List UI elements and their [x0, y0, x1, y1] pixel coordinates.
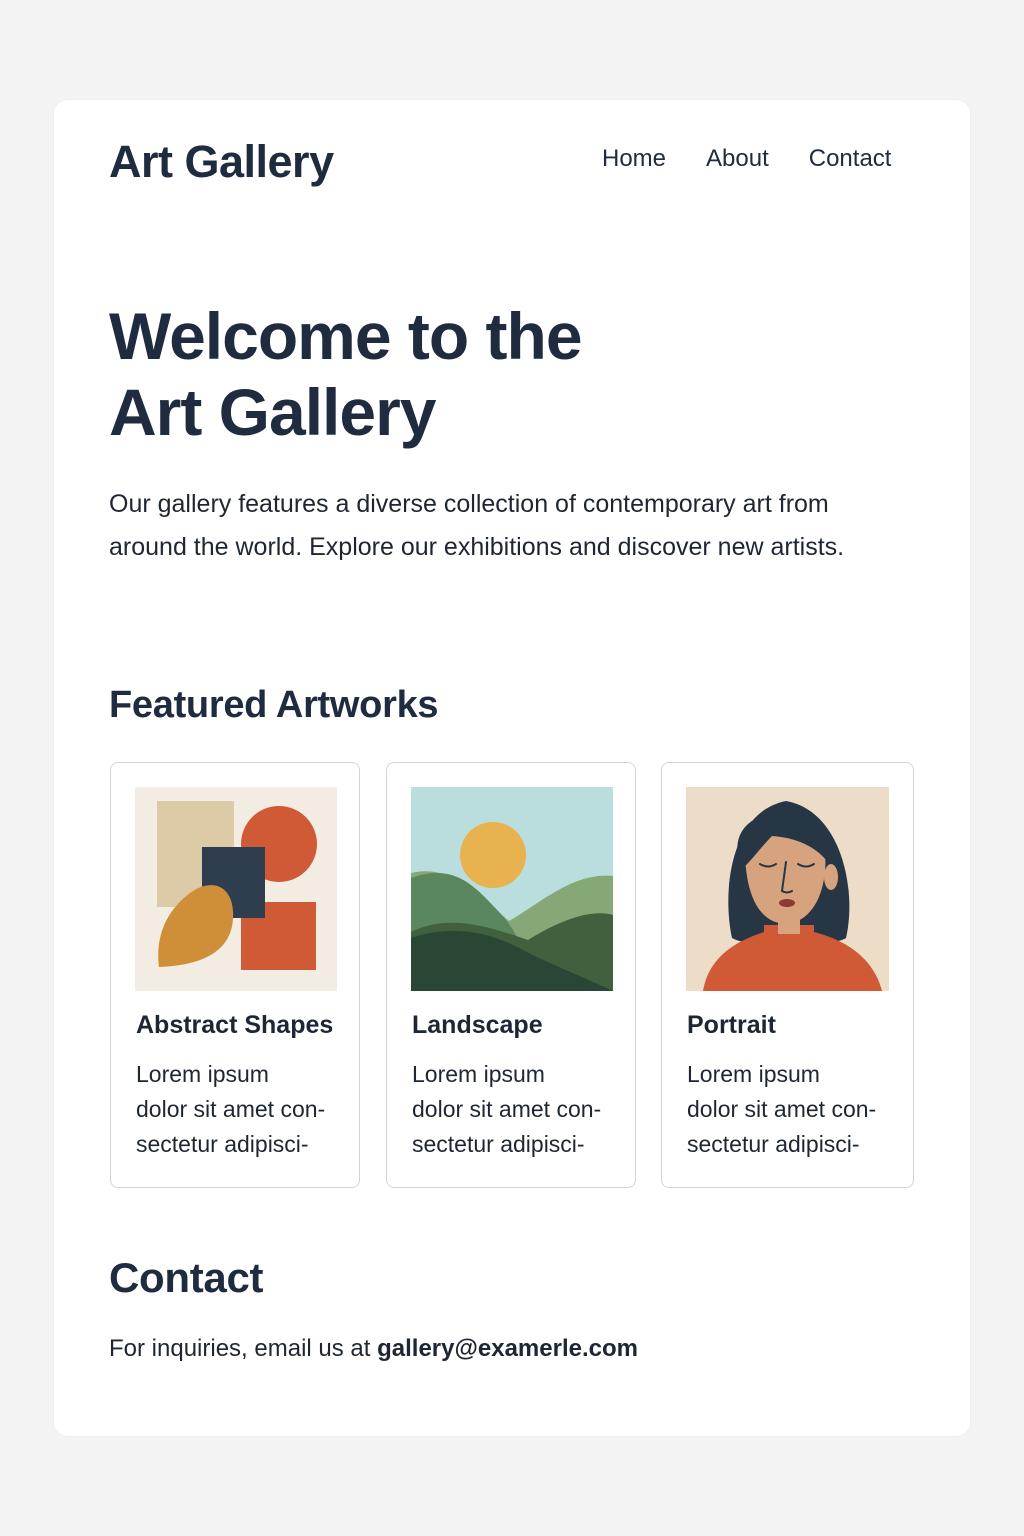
featured-artworks-heading: Featured Artworks — [109, 684, 439, 726]
contact-email-link[interactable]: gallery@examerle.com — [377, 1335, 638, 1362]
artwork-description: Lorem ipsum dolor sit amet con- sectetur… — [687, 1061, 877, 1157]
landscape-artwork — [411, 787, 613, 991]
artwork-card-landscape[interactable]: Landscape Lorem ipsum dolor sit amet con… — [386, 762, 636, 1188]
nav-about-link[interactable]: About — [706, 145, 769, 173]
portrait-image — [686, 787, 889, 991]
sun — [460, 822, 526, 888]
portrait-mouth — [779, 899, 795, 907]
portrait-ear — [824, 864, 838, 890]
portrait-artwork — [686, 787, 889, 991]
contact-text: For inquiries, email us at gallery@exame… — [109, 1333, 638, 1365]
main-navigation: Home About Contact — [602, 145, 891, 173]
artwork-title: Landscape — [412, 1011, 543, 1039]
contact-heading: Contact — [109, 1254, 264, 1301]
abstract-shapes-artwork — [135, 787, 337, 991]
nav-contact-link[interactable]: Contact — [809, 145, 892, 173]
artwork-card-abstract-shapes[interactable]: Abstract Shapes Lorem ipsum dolor sit am… — [110, 762, 360, 1188]
artwork-card-portrait[interactable]: Portrait Lorem ipsum dolor sit amet con-… — [661, 762, 914, 1188]
landscape-image — [411, 787, 613, 991]
site-title: Art Gallery — [109, 136, 334, 187]
nav-home-link[interactable]: Home — [602, 145, 666, 173]
hero-title-line-1: Welcome to the — [109, 299, 583, 373]
artwork-title: Abstract Shapes — [136, 1011, 334, 1039]
artwork-title: Portrait — [687, 1011, 776, 1039]
hero-title-line-2: Art Gallery — [109, 375, 436, 449]
abstract-shapes-image — [135, 787, 337, 991]
page-card: Art Gallery Home About Contact Welcome t… — [54, 100, 970, 1436]
hero-description: Our gallery features a diverse collectio… — [109, 490, 845, 561]
contact-prefix: For inquiries, email us at — [109, 1335, 378, 1362]
artwork-description: Lorem ipsum dolor sit amet con- sectetur… — [412, 1061, 602, 1157]
hero-title: Welcome to the Art Gallery — [109, 298, 749, 450]
artwork-description: Lorem ipsum dolor sit amet con- sectetur… — [136, 1061, 326, 1157]
featured-artworks-grid: Abstract Shapes Lorem ipsum dolor sit am… — [110, 762, 914, 1190]
